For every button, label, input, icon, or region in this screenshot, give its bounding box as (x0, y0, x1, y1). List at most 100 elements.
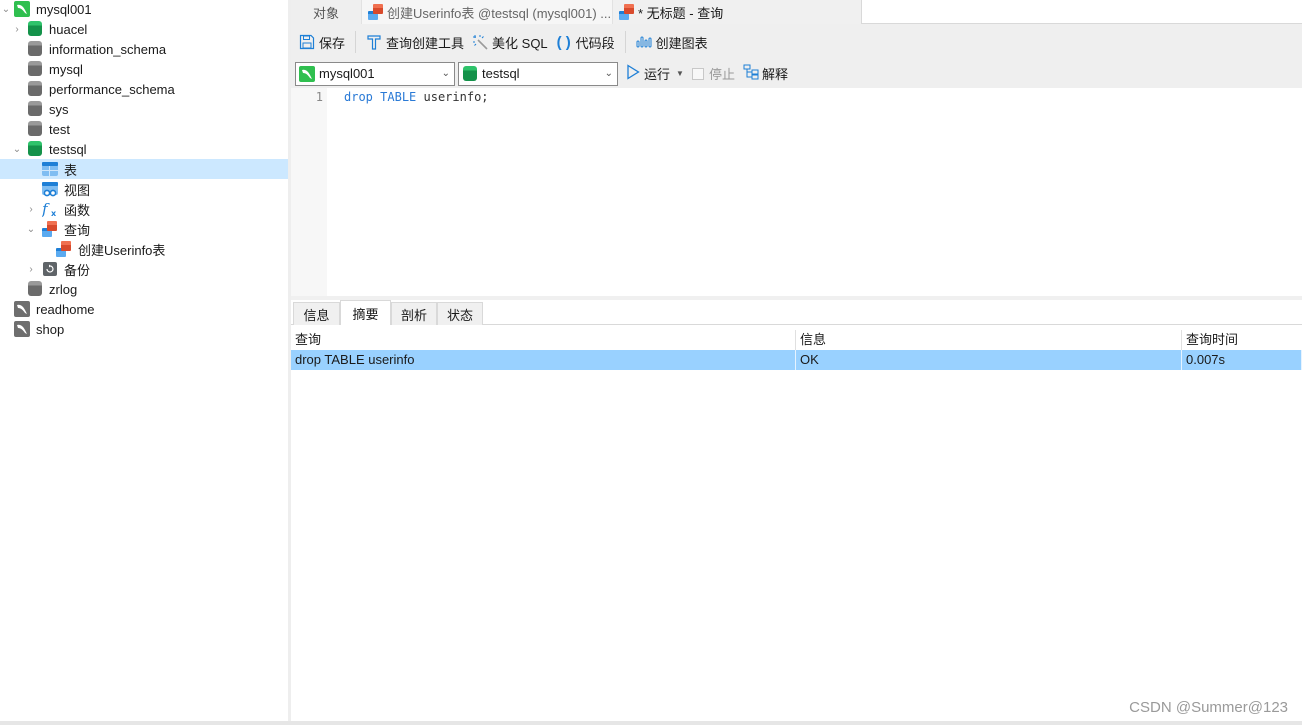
column-header-query-time[interactable]: 查询时间 (1182, 330, 1302, 350)
explain-label: 解释 (761, 67, 788, 82)
chevron-down-icon[interactable]: ⌄ (25, 219, 37, 239)
tab-summary[interactable]: 摘要 (340, 300, 391, 325)
tab-label: 状态 (446, 307, 473, 323)
tab-strip-empty-area (861, 0, 1302, 24)
tree-item-performance-schema[interactable]: performance_schema (0, 79, 288, 99)
tree-item-test[interactable]: test (0, 119, 288, 139)
database-select-value: testsql (482, 66, 520, 81)
play-icon (626, 63, 640, 84)
chevron-right-icon[interactable]: › (11, 19, 23, 39)
tree-item-label: zrlog (49, 281, 78, 297)
tree-item-label: huacel (49, 21, 88, 37)
chart-icon (636, 34, 652, 50)
tree-item-huacel[interactable]: › huacel (0, 19, 288, 39)
beautify-sql-label: 美化 SQL (492, 35, 548, 51)
sql-keyword: drop (344, 90, 373, 104)
database-closed-icon (27, 41, 43, 57)
database-closed-icon (27, 61, 43, 77)
sql-editor[interactable]: 1 drop TABLE userinfo; (291, 88, 1302, 296)
tree-item-queries[interactable]: ⌄ 查询 (0, 219, 288, 239)
code-snippet-label: 代码段 (575, 35, 615, 51)
backup-icon (42, 261, 58, 277)
tree-item-testsql[interactable]: ⌄ testsql (0, 139, 288, 159)
tree-item-functions[interactable]: › fx 函数 (0, 199, 288, 219)
status-bar (0, 721, 1302, 725)
stop-button: 停止 (691, 64, 735, 83)
tab-info[interactable]: 信息 (293, 302, 340, 325)
tree-item-label: 视图 (64, 182, 91, 198)
tree-item-label: shop (36, 321, 65, 337)
query-icon (56, 241, 72, 257)
tree-item-zrlog[interactable]: zrlog (0, 279, 288, 299)
tree-item-views[interactable]: 视图 (0, 179, 288, 199)
chevron-right-icon[interactable]: › (25, 199, 37, 219)
tree-item-create-userinfo-query[interactable]: 创建Userinfo表 (0, 239, 288, 259)
tree-item-label: readhome (36, 301, 95, 317)
create-chart-label: 创建图表 (655, 35, 708, 51)
code-line[interactable]: drop TABLE userinfo; (344, 90, 489, 104)
navigation-tree: ⌄ mysql001 › huacel information_schema m… (0, 0, 288, 725)
tree-item-label: 表 (64, 162, 78, 178)
database-closed-icon (27, 101, 43, 117)
tab-profile[interactable]: 剖析 (391, 302, 437, 325)
sql-identifier: userinfo; (416, 90, 489, 104)
chevron-down-icon[interactable]: ⌄ (11, 139, 23, 159)
tab-label: 对象 (312, 5, 339, 21)
summary-table: 查询 信息 查询时间 drop TABLE userinfo OK 0.007s (291, 330, 1302, 370)
cell-query: drop TABLE userinfo (291, 350, 796, 370)
chevron-down-icon: ⌄ (441, 67, 450, 79)
save-icon (299, 34, 315, 50)
explain-icon (743, 64, 759, 83)
save-label: 保存 (319, 35, 346, 51)
query-builder-button[interactable]: 查询创建工具 (362, 30, 468, 54)
table-row[interactable]: drop TABLE userinfo OK 0.007s (291, 350, 1302, 370)
tree-item-backups[interactable]: › 备份 (0, 259, 288, 279)
tree-item-mysql001[interactable]: ⌄ mysql001 (0, 0, 288, 19)
view-icon (42, 181, 58, 197)
tree-item-tables[interactable]: 表 (0, 159, 288, 179)
create-chart-button[interactable]: 创建图表 (632, 30, 712, 54)
tab-status[interactable]: 状态 (437, 302, 483, 325)
tab-label: 信息 (303, 307, 330, 323)
mysql-connection-icon (14, 1, 30, 17)
tree-item-label: information_schema (49, 41, 167, 57)
explain-button[interactable]: 解释 (743, 64, 788, 83)
tree-item-sys[interactable]: sys (0, 99, 288, 119)
table-icon (42, 161, 58, 177)
tree-item-label: 创建Userinfo表 (78, 242, 166, 258)
hammer-icon (366, 34, 382, 50)
result-tabs: 信息 摘要 剖析 状态 (291, 300, 1302, 325)
run-dropdown-arrow-icon[interactable]: ▼ (676, 69, 684, 78)
toolbar-divider (355, 31, 357, 53)
tree-item-label: 查询 (64, 222, 91, 238)
tab-objects[interactable]: 对象 (291, 0, 361, 24)
tab-untitled-query[interactable]: * 无标题 - 查询 (613, 0, 861, 24)
connection-select-value: mysql001 (319, 66, 375, 81)
tab-label: 创建Userinfo表 @testsql (mysql001) ... (387, 5, 612, 21)
tab-label: * 无标题 - 查询 (638, 5, 724, 21)
sql-keyword: TABLE (380, 90, 417, 104)
query-icon (368, 4, 384, 20)
magic-wand-icon (472, 34, 488, 50)
cell-query-time: 0.007s (1182, 350, 1302, 370)
tab-create-userinfo[interactable]: 创建Userinfo表 @testsql (mysql001) ... (361, 0, 613, 24)
tree-item-readhome[interactable]: readhome (0, 299, 288, 319)
tree-item-information-schema[interactable]: information_schema (0, 39, 288, 59)
tree-item-label: 函数 (64, 202, 91, 218)
chevron-right-icon[interactable]: › (25, 259, 37, 279)
tree-item-mysql[interactable]: mysql (0, 59, 288, 79)
run-button[interactable]: 运行 (626, 63, 670, 84)
column-header-info[interactable]: 信息 (796, 330, 1182, 350)
save-button[interactable]: 保存 (295, 30, 349, 54)
database-select[interactable]: testsql ⌄ (458, 61, 618, 86)
beautify-sql-button[interactable]: 美化 SQL (468, 30, 552, 54)
chevron-down-icon[interactable]: ⌄ (0, 0, 12, 19)
tree-item-shop[interactable]: shop (0, 319, 288, 339)
query-toolbar: 保存 查询创建工具 美化 SQL ( ) 代码段 创建图表 (291, 25, 1302, 59)
connection-select[interactable]: mysql001 ⌄ (295, 61, 455, 86)
function-icon: fx (41, 200, 58, 218)
column-header-query[interactable]: 查询 (291, 330, 796, 350)
connection-bar: mysql001 ⌄ testsql ⌄ 运行 ▼ 停止 解释 (291, 59, 1302, 88)
code-snippet-button[interactable]: ( ) 代码段 (552, 30, 619, 54)
tab-label: 剖析 (400, 307, 427, 323)
